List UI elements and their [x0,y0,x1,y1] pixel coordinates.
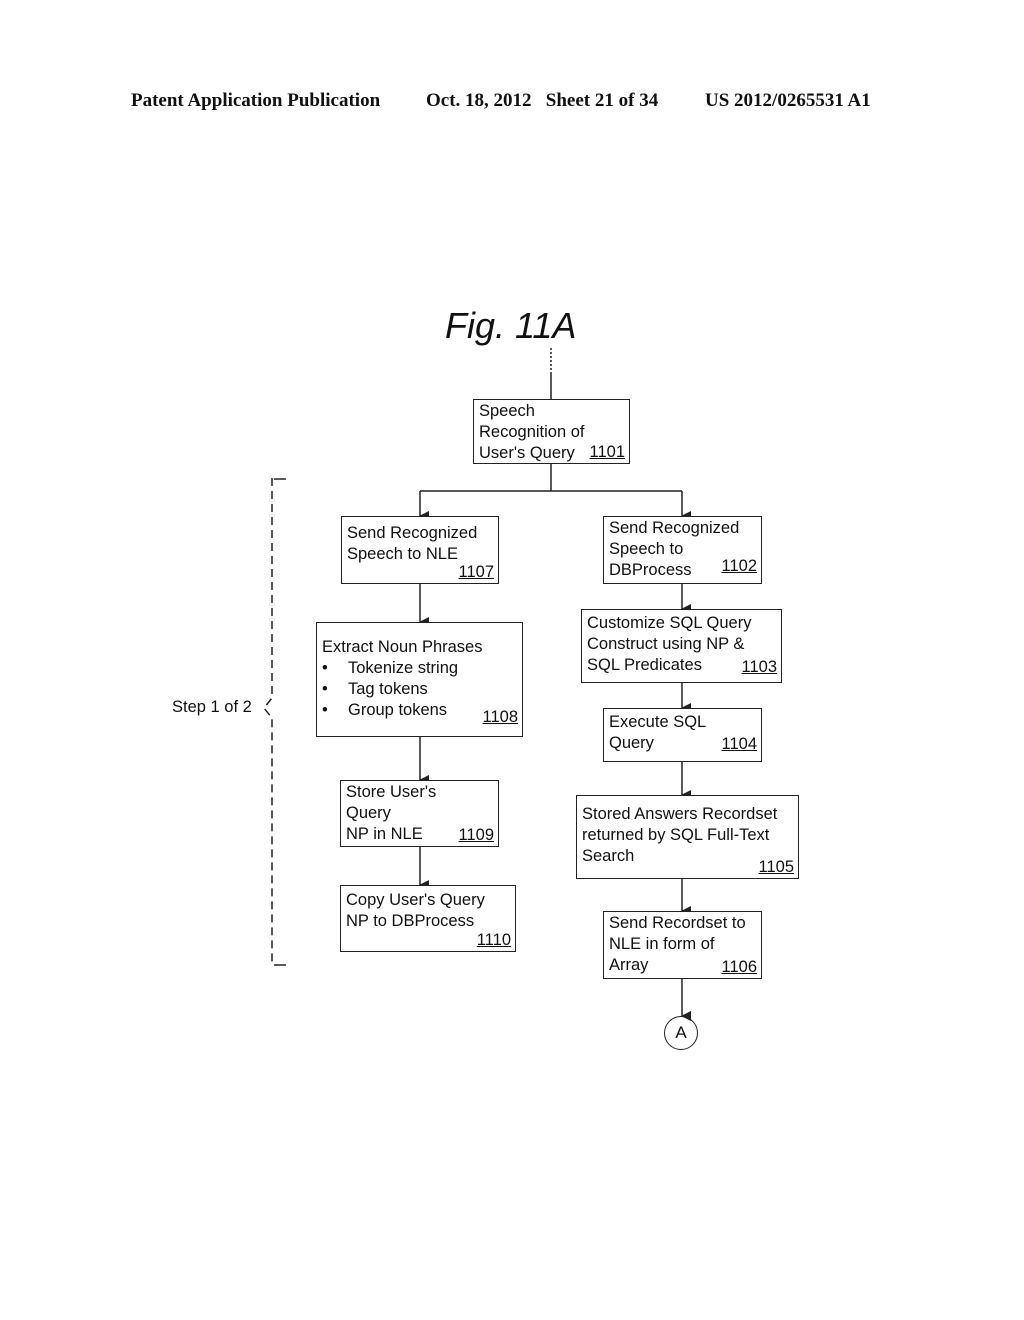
node-1103-customize-sql: Customize SQL Query Construct using NP &… [581,609,782,683]
ref-number: 1107 [458,563,494,581]
node-text: NLE in form of [609,935,715,953]
node-text: Execute SQL [609,713,707,731]
node-1110-copy-query: Copy User's Query NP to DBProcess 1110 [340,885,516,952]
node-text: Speech [479,402,535,420]
ref-number: 1105 [758,858,794,876]
node-text: returned by SQL Full-Text [582,826,770,844]
node-text: Send Recognized [347,524,478,542]
node-1101-speech-recognition: Speech Recognition of User's Query 1101 [473,399,630,464]
bullet-item: • Tokenize string [322,659,459,677]
node-text: Store User's [346,783,437,801]
step-label: Step 1 of 2 [172,698,252,716]
node-text: Send Recordset to [609,914,746,932]
ref-number: 1106 [721,958,757,976]
node-1109-store-query: Store User's Query NP in NLE 1109 [340,780,499,847]
node-1106-send-recordset: Send Recordset to NLE in form of Array 1… [603,911,762,979]
node-1104-execute-sql: Execute SQL Query 1104 [603,708,762,762]
step-brace [263,478,273,965]
ref-number: 1108 [482,708,518,726]
off-page-connector-a: A [664,1016,698,1050]
ref-number: 1109 [458,826,494,844]
node-text: Query [346,804,391,822]
ref-number: 1110 [476,931,511,949]
bullet-item: • Tag tokens [322,680,428,698]
ref-number: 1102 [721,557,757,575]
node-text: NP to DBProcess [346,912,475,930]
node-text: Stored Answers Recordset [582,805,778,823]
node-text: Send Recognized [609,519,740,537]
node-text: Extract Noun Phrases [322,638,483,656]
node-1105-stored-answers: Stored Answers Recordset returned by SQL… [576,795,799,879]
ref-number: 1101 [589,443,625,461]
node-1102-send-to-dbprocess: Send Recognized Speech to DBProcess 1102 [603,516,762,584]
node-text: Construct using NP & [587,635,745,653]
ref-number: 1103 [741,658,777,676]
ref-number: 1104 [721,735,757,753]
node-1108-extract-noun-phrases: Extract Noun Phrases • Tokenize string • T… [316,622,523,737]
node-text: Copy User's Query [346,891,485,909]
node-text: Recognition of [479,423,585,441]
node-1107-send-to-nle: Send Recognized Speech to NLE 1107 [341,516,499,584]
node-text: Customize SQL Query [587,614,752,632]
